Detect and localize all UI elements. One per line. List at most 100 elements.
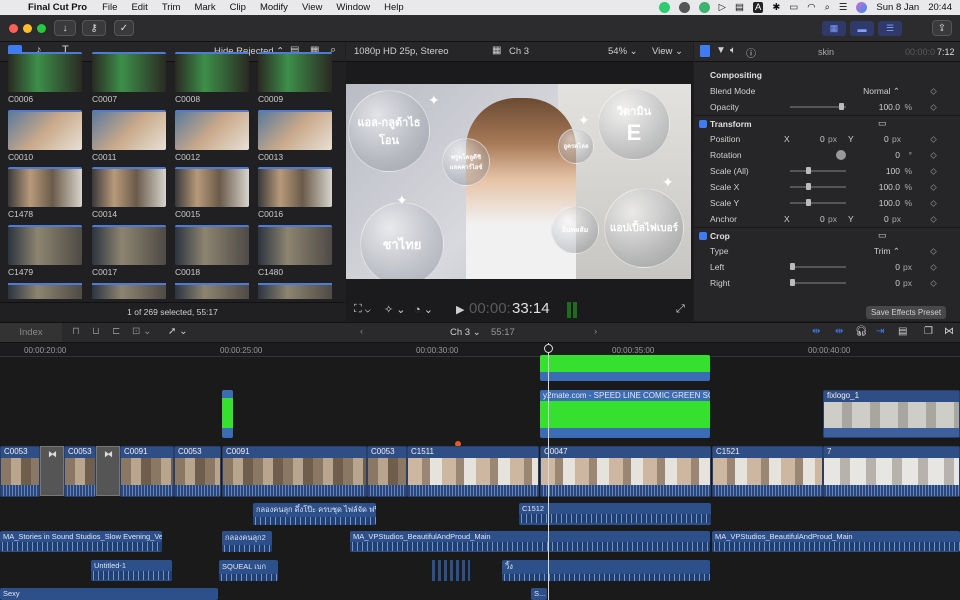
background-tasks-icon[interactable]: ✓ [114, 20, 134, 36]
slider-knob[interactable] [790, 263, 795, 270]
browser-clip[interactable]: C0017 [92, 225, 166, 279]
thai-caption-clip[interactable]: กลองคนลุก ดึ๋งโป๊ะ ครบชุด ไฟล์จัด ฟรี] [253, 503, 376, 525]
menu-edit[interactable]: Edit [124, 2, 154, 13]
primary-clip[interactable]: C1511 [407, 446, 539, 497]
minimize-window-button[interactable] [23, 24, 32, 33]
keyframe-icon[interactable] [929, 247, 938, 255]
playhead[interactable] [548, 343, 549, 600]
import-icon[interactable]: ↓ [54, 20, 76, 36]
clock-time[interactable]: 20:44 [928, 2, 952, 13]
slider-knob[interactable] [806, 199, 811, 206]
param-slider[interactable] [790, 199, 846, 206]
zoom-dropdown[interactable]: 54% ⌄ [608, 46, 638, 57]
clip-thumbnail[interactable] [175, 283, 249, 299]
enable-checkbox[interactable] [699, 231, 707, 240]
param-value[interactable]: 100.0 [879, 198, 900, 208]
browser-clip[interactable]: C1478 [8, 167, 82, 221]
info-inspector-icon[interactable]: ⓘ [746, 45, 756, 60]
inspector-row-compositing[interactable]: Compositing [694, 67, 960, 83]
audio-vp1-clip[interactable]: MA_VPStudios_BeautifulAndProud_Main [350, 531, 710, 552]
transition-2[interactable]: ⧓ [96, 446, 120, 496]
audio-wing-clip[interactable]: วิ้ง [502, 560, 710, 581]
inspector-row-rotation[interactable]: Rotation 0 ° [694, 147, 960, 163]
keyframe-icon[interactable] [929, 103, 938, 111]
share-icon[interactable]: ⇪ [932, 20, 952, 36]
browser-clip[interactable]: C0006 [8, 52, 82, 106]
zoom-window-button[interactable] [37, 24, 46, 33]
param-value[interactable]: 0 [895, 262, 900, 272]
play-status-icon[interactable]: ▷ [719, 2, 726, 13]
input-source-badge[interactable]: A [752, 2, 764, 13]
param-slider[interactable] [790, 167, 846, 174]
menu-help[interactable]: Help [377, 2, 411, 13]
keyframe-icon[interactable] [929, 135, 938, 143]
browser-clip[interactable]: C0011 [92, 110, 166, 164]
transform-tool-icon[interactable]: ⛶ ⌄ [354, 303, 371, 316]
primary-clip[interactable]: C0091 [222, 446, 367, 497]
fullscreen-icon[interactable]: ⤢ [676, 303, 685, 316]
timecode-display[interactable]: 33:14 [512, 300, 550, 317]
inspector-row-left[interactable]: Left 0 px [694, 259, 960, 275]
inspector-row-right[interactable]: Right 0 px [694, 275, 960, 291]
param-value[interactable]: 100.0 [879, 102, 900, 112]
browser-clip[interactable]: C0018 [175, 225, 249, 279]
menu-file[interactable]: File [95, 2, 124, 13]
inspector-row-position[interactable]: Position X 0 px Y 0 px [694, 131, 960, 147]
video-frame[interactable]: แอล-กลูต้าไธโอน วิตามิน E ชาไทย แอปเปิ้ลไ… [346, 84, 691, 279]
x-value[interactable]: 0 [820, 214, 825, 224]
param-slider[interactable] [790, 263, 846, 270]
menu-window[interactable]: Window [329, 2, 377, 13]
timeline-ruler[interactable]: 00:00:20:00 00:00:25:00 00:00:30:00 00:0… [0, 343, 960, 357]
speed-line-clip[interactable]: y2mate.com - SPEED LINE COMIC GREEN SCRE… [540, 390, 710, 438]
siri-icon[interactable] [856, 2, 868, 13]
index-button[interactable]: Index [0, 323, 62, 342]
audio-skimming-icon[interactable]: ⇹ [835, 326, 843, 337]
inspector-row-transform[interactable]: Transform ▭ [694, 115, 960, 131]
browser-clip[interactable]: C0013 [258, 110, 332, 164]
video-inspector-icon[interactable] [700, 45, 710, 57]
status-record-icon[interactable] [678, 2, 690, 13]
x-value[interactable]: 0 [820, 134, 825, 144]
slider-knob[interactable] [790, 279, 795, 286]
speed-icon[interactable]: ◔ ⌄ [414, 303, 433, 316]
primary-clip[interactable]: C0047 [540, 446, 711, 497]
browser-clip[interactable]: C0014 [92, 167, 166, 221]
color-inspector-icon[interactable]: ▼ [716, 45, 726, 56]
param-value[interactable]: 0 [895, 278, 900, 288]
slider-knob[interactable] [839, 103, 844, 110]
battery-icon[interactable]: ▭ [789, 2, 798, 13]
play-button[interactable]: ▶ [456, 303, 464, 316]
solo-icon[interactable]: 🎧︎ [855, 326, 868, 337]
onscreen-controls-icon[interactable]: ▭ [878, 118, 887, 129]
primary-clip[interactable]: C0053 [367, 446, 407, 497]
keywords-icon[interactable]: ⚷ [82, 20, 106, 36]
y-value[interactable]: 0 [884, 214, 889, 224]
clip-thumbnail[interactable] [92, 283, 166, 299]
forward-arrow-icon[interactable]: › [594, 326, 597, 337]
status-n-icon[interactable] [698, 2, 710, 13]
browser-clip[interactable]: C0008 [175, 52, 249, 106]
transitions-browser-icon[interactable]: ⋈ [944, 326, 954, 337]
bluetooth-icon[interactable]: ✱ [772, 2, 780, 13]
inspector-row-scale-all[interactable]: Scale (All) 100% [694, 163, 960, 179]
search-icon[interactable]: ⌕ [825, 2, 830, 13]
param-value[interactable]: 100.0 [879, 182, 900, 192]
menu-clip[interactable]: Clip [223, 2, 253, 13]
keyframe-icon[interactable] [929, 183, 938, 191]
overwrite-clip-icon[interactable]: ⊡ ⌄ [132, 326, 152, 337]
clip-thumbnail[interactable] [258, 283, 332, 299]
back-arrow-icon[interactable]: ‹ [360, 326, 363, 337]
effects-browser-icon[interactable]: ❐ [924, 326, 933, 337]
audio-squeal-clip[interactable]: SQUEAL เบก [219, 560, 278, 581]
browser-clip[interactable]: C1480 [258, 225, 332, 279]
primary-clip[interactable]: C0053 [64, 446, 96, 497]
inspector-row-crop[interactable]: Crop ▭ [694, 227, 960, 243]
keyframe-icon[interactable] [929, 199, 938, 207]
audio-inspector-icon[interactable]: 🔈︎ [730, 45, 736, 56]
inspector-row-scale-y[interactable]: Scale Y 100.0% [694, 195, 960, 211]
browser-clip[interactable]: C0009 [258, 52, 332, 106]
slider-knob[interactable] [806, 167, 811, 174]
primary-clip[interactable]: 7 [823, 446, 960, 497]
snapping-icon[interactable]: ⇥ [876, 326, 884, 337]
browser-clip[interactable]: C0012 [175, 110, 249, 164]
